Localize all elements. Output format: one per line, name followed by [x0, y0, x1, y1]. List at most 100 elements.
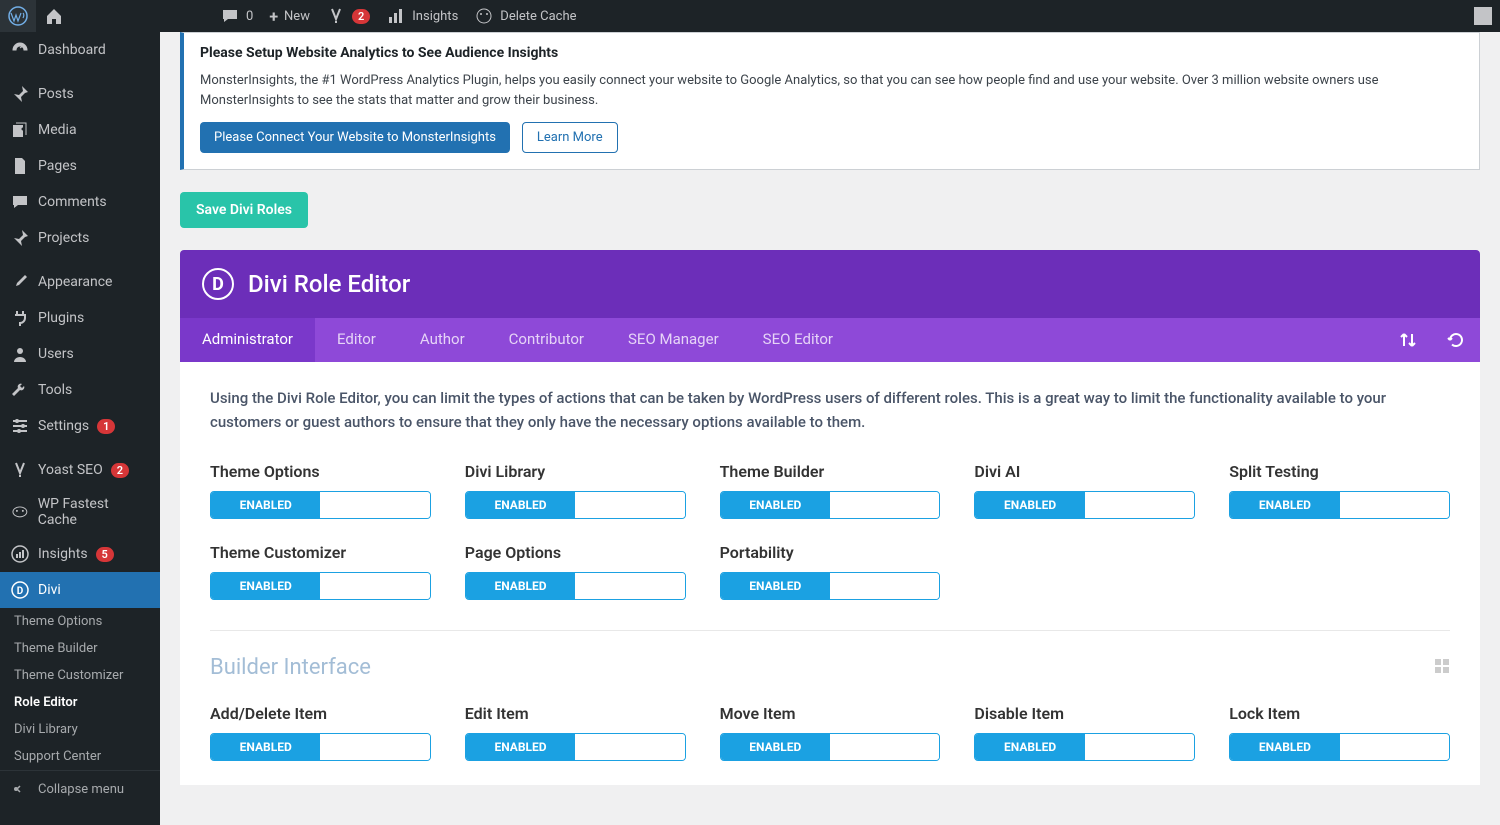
toggle-enabled-label: ENABLED: [721, 734, 830, 760]
sidebar-item-projects[interactable]: Projects: [0, 220, 160, 256]
sidebar-item-label: Posts: [38, 86, 74, 102]
toggle-switch[interactable]: ENABLED: [210, 491, 431, 519]
yoast-badge: 2: [352, 9, 370, 24]
sidebar-item-media[interactable]: Media: [0, 112, 160, 148]
sidebar-sub-theme-builder[interactable]: Theme Builder: [0, 635, 160, 662]
toggle-switch[interactable]: ENABLED: [720, 491, 941, 519]
sidebar-item-appearance[interactable]: Appearance: [0, 264, 160, 300]
toggle-switch[interactable]: ENABLED: [210, 733, 431, 761]
toggle-switch[interactable]: ENABLED: [465, 733, 686, 761]
main-content: Please Setup Website Analytics to See Au…: [160, 32, 1500, 825]
role-editor-panel: D Divi Role Editor AdministratorEditorAu…: [180, 250, 1480, 785]
toggle-switch[interactable]: ENABLED: [1229, 733, 1450, 761]
sidebar-item-dashboard[interactable]: Dashboard: [0, 32, 160, 68]
cheetah-icon: [10, 502, 30, 522]
tab-administrator[interactable]: Administrator: [180, 318, 315, 362]
toggle-edit-item: Edit ItemENABLED: [465, 704, 686, 761]
toggle-switch[interactable]: ENABLED: [1229, 491, 1450, 519]
delete-cache-link[interactable]: Delete Cache: [466, 0, 584, 32]
yoast-link[interactable]: 2: [318, 0, 378, 32]
toggle-switch[interactable]: ENABLED: [720, 572, 941, 600]
delete-cache-label: Delete Cache: [500, 9, 576, 24]
toggle-theme-builder: Theme BuilderENABLED: [720, 462, 941, 519]
learn-more-button[interactable]: Learn More: [522, 122, 618, 153]
sidebar-item-wp-fastest-cache[interactable]: WP Fastest Cache: [0, 488, 160, 536]
home-icon[interactable]: [36, 0, 72, 32]
user-avatar[interactable]: [1474, 7, 1492, 25]
sidebar-item-divi[interactable]: DDivi: [0, 572, 160, 608]
wordpress-logo[interactable]: [0, 0, 36, 32]
sidebar-sub-theme-customizer[interactable]: Theme Customizer: [0, 662, 160, 689]
comments-count: 0: [246, 9, 253, 24]
tab-editor[interactable]: Editor: [315, 318, 398, 362]
sidebar-item-users[interactable]: Users: [0, 336, 160, 372]
sidebar-item-label: Dashboard: [38, 42, 106, 58]
sidebar-item-yoast-seo[interactable]: Yoast SEO 2: [0, 452, 160, 488]
notice-title: Please Setup Website Analytics to See Au…: [200, 45, 1463, 61]
sidebar-item-pages[interactable]: Pages: [0, 148, 160, 184]
sort-icon[interactable]: [1384, 318, 1432, 362]
sidebar-item-posts[interactable]: Posts: [0, 76, 160, 112]
toggle-switch[interactable]: ENABLED: [465, 491, 686, 519]
toggle-theme-customizer: Theme CustomizerENABLED: [210, 543, 431, 600]
sidebar-sub-role-editor[interactable]: Role Editor: [0, 689, 160, 716]
comments-link[interactable]: 0: [212, 0, 261, 32]
sidebar-item-label: WP Fastest Cache: [38, 496, 150, 528]
toggle-label: Portability: [720, 543, 941, 562]
grid-view-icon[interactable]: [1434, 655, 1450, 680]
role-tabs: AdministratorEditorAuthorContributorSEO …: [180, 318, 1480, 362]
sidebar-item-insights[interactable]: Insights 5: [0, 536, 160, 572]
toggle-enabled-label: ENABLED: [211, 734, 320, 760]
new-link[interactable]: +New: [261, 0, 318, 32]
toggle-switch[interactable]: ENABLED: [974, 491, 1195, 519]
tab-seo-manager[interactable]: SEO Manager: [606, 318, 741, 362]
insights-label: Insights: [412, 9, 458, 24]
sidebar-item-label: Tools: [38, 382, 72, 398]
toggle-off-side: [1085, 734, 1194, 760]
builder-interface-grid: Add/Delete ItemENABLEDEdit ItemENABLEDMo…: [210, 704, 1450, 761]
panel-body: Using the Divi Role Editor, you can limi…: [180, 362, 1480, 785]
brush-icon: [10, 272, 30, 292]
toggle-off-side: [575, 573, 684, 599]
toggle-lock-item: Lock ItemENABLED: [1229, 704, 1450, 761]
toggle-switch[interactable]: ENABLED: [720, 733, 941, 761]
sidebar-item-label: Projects: [38, 230, 89, 246]
sidebar-item-comments[interactable]: Comments: [0, 184, 160, 220]
sidebar-sub-divi-library[interactable]: Divi Library: [0, 716, 160, 743]
sidebar-item-label: Appearance: [38, 274, 112, 290]
sidebar-item-label: Plugins: [38, 310, 84, 326]
toggle-off-side: [1085, 492, 1194, 518]
insights-icon: [10, 544, 30, 564]
tab-author[interactable]: Author: [398, 318, 487, 362]
sidebar-item-settings[interactable]: Settings 1: [0, 408, 160, 444]
toggle-disable-item: Disable ItemENABLED: [974, 704, 1195, 761]
tab-contributor[interactable]: Contributor: [487, 318, 606, 362]
sidebar-item-tools[interactable]: Tools: [0, 372, 160, 408]
toggle-label: Divi Library: [465, 462, 686, 481]
toggle-switch[interactable]: ENABLED: [974, 733, 1195, 761]
toggle-off-side: [830, 573, 939, 599]
toggle-switch[interactable]: ENABLED: [465, 572, 686, 600]
insights-link[interactable]: Insights: [378, 0, 466, 32]
sidebar-sub-theme-options[interactable]: Theme Options: [0, 608, 160, 635]
connect-button[interactable]: Please Connect Your Website to MonsterIn…: [200, 122, 510, 153]
tab-seo-editor[interactable]: SEO Editor: [741, 318, 855, 362]
toggle-divi-ai: Divi AIENABLED: [974, 462, 1195, 519]
divi-icon: D: [10, 580, 30, 600]
media-icon: [10, 120, 30, 140]
panel-header: D Divi Role Editor: [180, 250, 1480, 318]
toggle-label: Split Testing: [1229, 462, 1450, 481]
sidebar-sub-support-center[interactable]: Support Center: [0, 743, 160, 770]
sidebar-item-plugins[interactable]: Plugins: [0, 300, 160, 336]
toggle-add-delete-item: Add/Delete Item ENABLED: [210, 704, 431, 761]
comment-icon: [10, 192, 30, 212]
sidebar-item-label: Users: [38, 346, 74, 362]
builder-section-title: Builder Interface: [210, 655, 1450, 680]
collapse-menu[interactable]: Collapse menu: [0, 770, 160, 807]
toggle-label: Add/Delete Item: [210, 704, 431, 723]
toggle-switch[interactable]: ENABLED: [210, 572, 431, 600]
save-divi-roles-button[interactable]: Save Divi Roles: [180, 192, 308, 228]
reset-icon[interactable]: [1432, 318, 1480, 362]
toggle-enabled-label: ENABLED: [975, 492, 1084, 518]
toggle-off-side: [830, 492, 939, 518]
